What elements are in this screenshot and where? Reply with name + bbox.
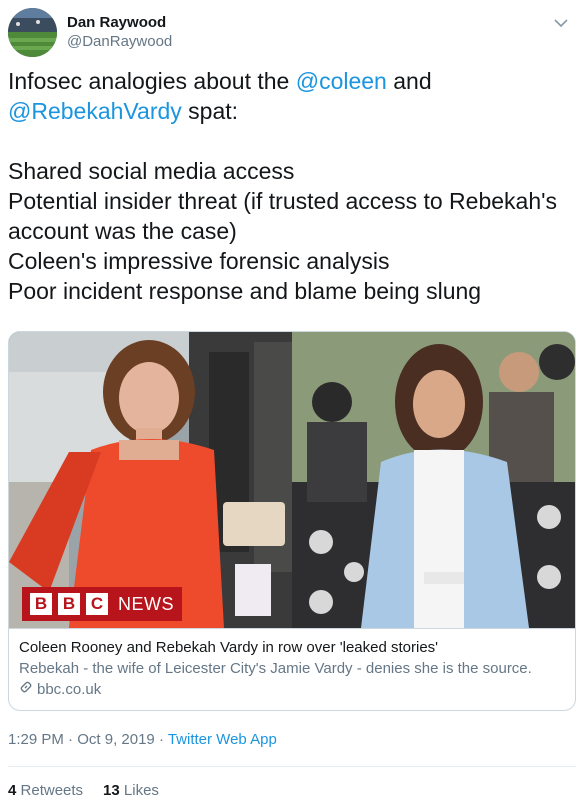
card-info[interactable]: Coleen Rooney and Rebekah Vardy in row o… — [9, 628, 575, 710]
tweet-date[interactable]: Oct 9, 2019 — [77, 731, 155, 748]
card-title[interactable]: Coleen Rooney and Rebekah Vardy in row o… — [19, 638, 565, 658]
link-card[interactable]: B B C NEWS Coleen Rooney and Rebekah Var… — [8, 331, 576, 711]
tweet-stats: 4 Retweets 13 Likes — [8, 782, 159, 799]
tweet-meta: 1:29 PM · Oct 9, 2019 · Twitter Web App — [8, 731, 277, 748]
tweet-source[interactable]: Twitter Web App — [168, 731, 277, 748]
divider — [8, 766, 576, 767]
avatar[interactable] — [8, 8, 57, 57]
card-image[interactable]: B B C NEWS — [9, 332, 575, 628]
user-info: Dan Raywood @DanRaywood — [67, 14, 172, 52]
tweet-line: Poor incident response and blame being s… — [8, 278, 482, 304]
mention-rebekahvardy[interactable]: @RebekahVardy — [8, 98, 182, 124]
link-icon — [19, 680, 33, 700]
tweet-text: Infosec analogies about the @coleen and … — [8, 66, 576, 306]
card-domain-text: bbc.co.uk — [37, 681, 102, 698]
likes-count: 13 — [103, 782, 120, 799]
author-handle[interactable]: @DanRaywood — [67, 32, 172, 52]
retweets-stat[interactable]: 4 Retweets — [8, 782, 83, 799]
tweet-time[interactable]: 1:29 PM — [8, 731, 64, 748]
card-description: Rebekah - the wife of Leicester City's J… — [19, 660, 532, 677]
tweet-line: account was the case) — [8, 218, 237, 244]
author-name[interactable]: Dan Raywood — [67, 14, 172, 32]
retweets-count: 4 — [8, 782, 17, 799]
bbc-news-logo: B B C NEWS — [22, 587, 182, 621]
tweet-line: @RebekahVardy spat: — [8, 98, 239, 124]
tweet-line: Infosec analogies about the @coleen and — [8, 68, 432, 94]
tweet-line: Shared social media access — [8, 158, 295, 184]
tweet-line: Coleen's impressive forensic analysis — [8, 248, 390, 274]
chevron-down-icon[interactable] — [552, 14, 570, 32]
tweet-line: Potential insider threat (if trusted acc… — [8, 188, 558, 214]
likes-stat[interactable]: 13 Likes — [103, 782, 159, 799]
mention-coleen[interactable]: @coleen — [296, 68, 387, 94]
tweet-header: Dan Raywood @DanRaywood — [8, 8, 576, 58]
card-domain: bbc.co.uk — [19, 680, 565, 700]
